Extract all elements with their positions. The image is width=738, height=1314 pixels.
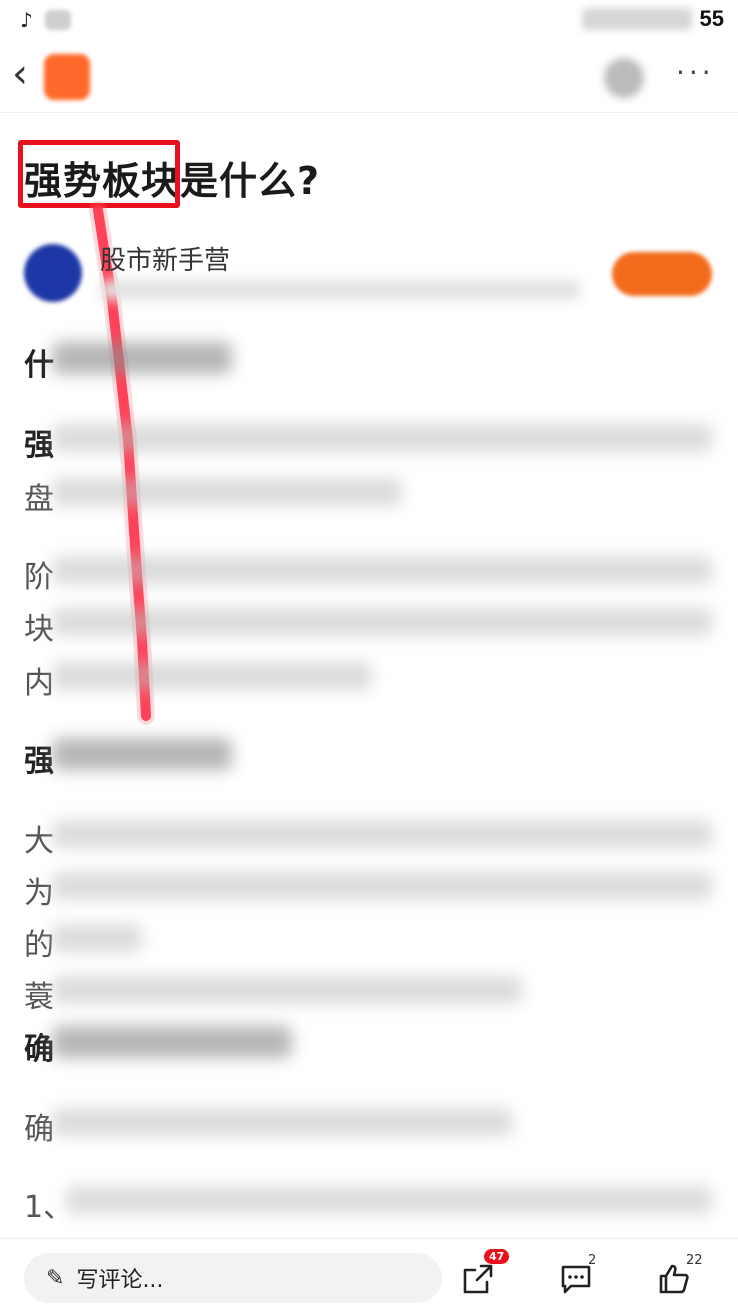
text-fragment: 的 (24, 928, 54, 963)
paragraph-blur (52, 924, 142, 952)
follow-button[interactable] (612, 252, 712, 296)
text-fragment: 盘 (24, 482, 54, 517)
notification-icon (44, 10, 71, 30)
text-fragment: 大 (24, 824, 54, 859)
like-count: 22 (686, 1253, 703, 1268)
paragraph-blur (52, 478, 402, 506)
text-fragment: 强 (24, 428, 54, 463)
heading-fragment: 确 (24, 1032, 54, 1067)
nav-avatar[interactable] (604, 58, 644, 98)
top-nav: ‹ ··· (0, 42, 738, 113)
chevron-left-icon[interactable]: ‹ (12, 54, 28, 94)
comment-placeholder: 写评论... (76, 1268, 164, 1293)
paragraph-blur (52, 872, 712, 900)
paragraph-blur (52, 608, 712, 636)
paragraph-blur (52, 424, 712, 452)
heading-fragment: 什 (24, 348, 54, 383)
more-icon[interactable]: ··· (676, 56, 715, 89)
paragraph-blur (52, 556, 712, 584)
paragraph-blur (52, 976, 522, 1004)
app-logo[interactable] (44, 54, 90, 100)
share-badge: 47 (484, 1249, 510, 1264)
status-icons (581, 8, 692, 30)
like-button[interactable]: 22 (654, 1253, 703, 1299)
heading-blur (52, 342, 232, 374)
status-bar: ♪ 55 (0, 0, 738, 40)
author-avatar[interactable] (24, 244, 82, 302)
paragraph-blur (52, 820, 712, 848)
bottom-action-bar: ✎ 写评论... 47 2 22 (0, 1238, 738, 1314)
paragraph-blur (66, 1186, 712, 1214)
pencil-icon: ✎ (46, 1265, 65, 1291)
paragraph-blur (52, 1108, 512, 1136)
author-subtitle (100, 280, 580, 300)
clock: 55 (699, 6, 724, 31)
text-fragment: 为 (24, 876, 54, 911)
text-fragment: 确 (24, 1112, 54, 1147)
text-fragment: 块 (24, 612, 54, 647)
paragraph-blur (52, 662, 372, 690)
text-fragment: 蓑 (24, 980, 54, 1015)
comment-input[interactable]: ✎ 写评论... (24, 1253, 442, 1303)
share-button[interactable]: 47 (458, 1249, 510, 1299)
text-fragment: 内 (24, 666, 54, 701)
tiktok-icon: ♪ (20, 8, 33, 32)
author-name[interactable]: 股市新手营 (100, 240, 230, 277)
share-icon (463, 1264, 493, 1294)
comment-count: 2 (588, 1253, 597, 1268)
heading-blur (52, 738, 232, 770)
highlight-annotation (18, 140, 180, 208)
heading-blur (52, 1026, 292, 1058)
text-fragment: 阶 (24, 560, 54, 595)
heading-fragment: 强 (24, 744, 54, 779)
comments-button[interactable]: 2 (556, 1253, 596, 1299)
